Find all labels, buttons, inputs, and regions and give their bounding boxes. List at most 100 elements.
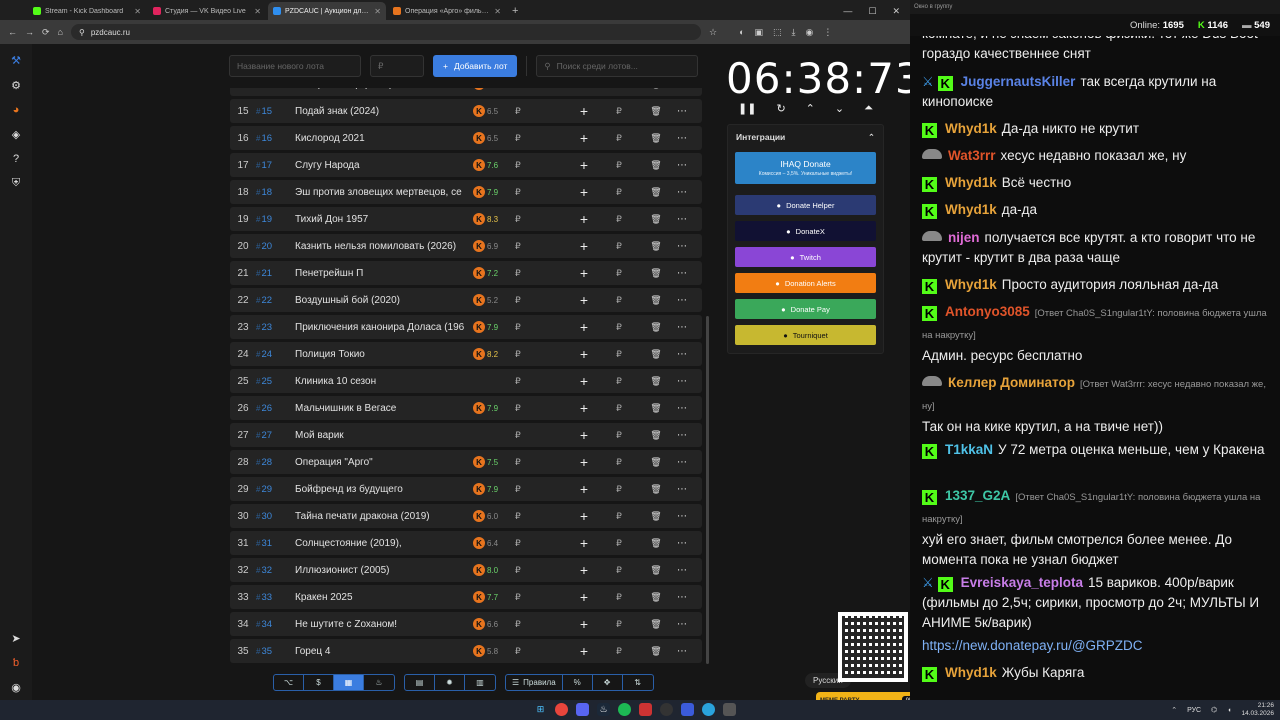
- lot-row[interactable]: 26 #26 Мальчишник в Вегасе K 7.9 ₽ + ₽ 🗑 ⋯: [230, 396, 702, 420]
- double-chevron-up-icon[interactable]: ⏶: [864, 102, 873, 115]
- add-amount-button[interactable]: +: [571, 292, 597, 308]
- save-icon[interactable]: ▤: [405, 675, 435, 690]
- add-amount-button[interactable]: +: [571, 130, 597, 146]
- back-icon[interactable]: ←: [8, 27, 17, 37]
- lot-amount-input[interactable]: ₽: [511, 430, 571, 441]
- integration-button[interactable]: ● Twitch: [735, 247, 876, 267]
- lot-name[interactable]: Кислород 2021: [295, 133, 473, 144]
- delete-lot-icon[interactable]: 🗑: [641, 214, 671, 225]
- more-options-icon[interactable]: ⋯: [671, 430, 693, 441]
- kinopoisk-rating[interactable]: K 6.6: [473, 618, 511, 630]
- lot-name[interactable]: Интерстеллар (2014): [295, 88, 473, 90]
- chat-username[interactable]: Whyd1k: [945, 277, 997, 292]
- lot-amount-input[interactable]: ₽: [511, 619, 571, 630]
- chat-username[interactable]: Antonyo3085: [945, 304, 1030, 319]
- lot-name[interactable]: Тихий Дон 1957: [295, 214, 473, 225]
- lot-amount-input[interactable]: ₽: [511, 268, 571, 279]
- menu-icon[interactable]: ⋮: [823, 27, 832, 38]
- trash-icon[interactable]: ▥: [465, 675, 495, 690]
- steam-icon[interactable]: ♨: [597, 703, 610, 716]
- new-lot-name-input[interactable]: Название нового лота: [229, 55, 361, 77]
- more-options-icon[interactable]: ⋯: [671, 106, 693, 117]
- lot-row[interactable]: 34 #34 Не шутите с Zоханом! K 6.6 ₽ + ₽ 🗑 ⋯: [230, 612, 702, 636]
- more-options-icon[interactable]: ⋯: [671, 295, 693, 306]
- kinopoisk-rating[interactable]: K 8.2: [473, 348, 511, 360]
- delete-lot-icon[interactable]: 🗑: [641, 484, 671, 495]
- more-options-icon[interactable]: ⋯: [671, 592, 693, 603]
- kinopoisk-rating[interactable]: K 7.9: [473, 402, 511, 414]
- more-options-icon[interactable]: ⋯: [671, 565, 693, 576]
- pie-chart-icon[interactable]: ◕: [13, 104, 20, 116]
- lot-row[interactable]: 27 #27 Мой варик ₽ + ₽ 🗑 ⋯: [230, 423, 702, 447]
- lot-row[interactable]: 20 #20 Казнить нельзя помиловать (2026) K 6.…: [230, 234, 702, 258]
- lot-row[interactable]: 17 #17 Слугу Народа K 7.6 ₽ + ₽ 🗑 ⋯: [230, 153, 702, 177]
- lot-name[interactable]: Горец 4: [295, 646, 473, 657]
- lot-amount-input[interactable]: ₽: [511, 322, 571, 333]
- add-amount-button[interactable]: +: [571, 319, 597, 335]
- lot-amount-input[interactable]: ₽: [511, 403, 571, 414]
- extra-amount-input[interactable]: ₽: [597, 619, 641, 630]
- ihaq-donate-button[interactable]: IHAQ Donate Комиссия – 3,5%. Уникальные …: [735, 152, 876, 184]
- lot-name[interactable]: Иллюзионист (2005): [295, 565, 473, 576]
- kinopoisk-rating[interactable]: K 6.9: [473, 240, 511, 252]
- add-amount-button[interactable]: +: [571, 643, 597, 659]
- extra-amount-input[interactable]: ₽: [597, 538, 641, 549]
- close-window-icon[interactable]: ✕: [892, 6, 900, 17]
- kinopoisk-rating[interactable]: K 6.5: [473, 132, 511, 144]
- add-amount-button[interactable]: +: [571, 616, 597, 632]
- keyboard-language[interactable]: РУС: [1187, 707, 1201, 714]
- lot-name[interactable]: Эш против зловещих мертвецов, се: [295, 187, 473, 198]
- lot-row[interactable]: 14#14Интерстеллар (2014)K8.7₽+₽🗑⋯: [230, 88, 702, 96]
- lot-list-scrollbar[interactable]: [706, 316, 709, 664]
- lot-name[interactable]: Мой варик: [295, 430, 473, 441]
- extra-amount-input[interactable]: ₽: [597, 376, 641, 387]
- fire-icon[interactable]: ♨: [364, 675, 394, 690]
- rules-button[interactable]: ☰ Правила: [506, 675, 563, 690]
- lot-row[interactable]: 29 #29 Бойфренд из будущего K 7.9 ₽ + ₽ 🗑 ⋯: [230, 477, 702, 501]
- shield-icon[interactable]: ⛨: [12, 177, 20, 190]
- add-amount-button[interactable]: +: [571, 373, 597, 389]
- chat-username[interactable]: T1kkaN: [945, 442, 993, 457]
- new-tab-button[interactable]: +: [506, 2, 524, 20]
- chat-username[interactable]: nijen: [948, 230, 980, 245]
- github-icon[interactable]: ⌥: [274, 675, 304, 690]
- add-amount-button[interactable]: +: [571, 346, 597, 362]
- close-icon[interactable]: ✕: [494, 7, 501, 16]
- delete-lot-icon[interactable]: 🗑: [641, 88, 671, 90]
- lot-amount-input[interactable]: ₽: [511, 106, 571, 117]
- lot-amount-input[interactable]: ₽: [511, 241, 571, 252]
- delete-lot-icon[interactable]: 🗑: [641, 565, 671, 576]
- lot-row[interactable]: 21 #21 Пенетрейшн П K 7.2 ₽ + ₽ 🗑 ⋯: [230, 261, 702, 285]
- chat-link[interactable]: https://new.donatepay.ru/@GRPZDC: [922, 638, 1143, 653]
- extra-amount-input[interactable]: ₽: [597, 106, 641, 117]
- kinopoisk-rating[interactable]: K 7.7: [473, 591, 511, 603]
- add-amount-button[interactable]: +: [571, 103, 597, 119]
- extra-amount-input[interactable]: ₽: [597, 457, 641, 468]
- kinopoisk-rating[interactable]: K 5.2: [473, 294, 511, 306]
- lot-row[interactable]: 32 #32 Иллюзионист (2005) K 8.0 ₽ + ₽ 🗑 ⋯: [230, 558, 702, 582]
- kinopoisk-rating[interactable]: K 6.4: [473, 537, 511, 549]
- lot-name[interactable]: Тайна печати дракона (2019): [295, 511, 473, 522]
- kinopoisk-rating[interactable]: K 7.9: [473, 321, 511, 333]
- delete-lot-icon[interactable]: 🗑: [641, 349, 671, 360]
- more-options-icon[interactable]: ⋯: [671, 376, 693, 387]
- kinopoisk-rating[interactable]: K 7.6: [473, 159, 511, 171]
- lot-row[interactable]: 16 #16 Кислород 2021 K 6.5 ₽ + ₽ 🗑 ⋯: [230, 126, 702, 150]
- delete-lot-icon[interactable]: 🗑: [641, 133, 671, 144]
- extra-amount-input[interactable]: ₽: [597, 133, 641, 144]
- browser-tab[interactable]: Операция «Арго» фильм, 2012... ✕: [388, 2, 506, 20]
- lot-row[interactable]: 15 #15 Подай знак (2024) K 6.5 ₽ + ₽ 🗑 ⋯: [230, 99, 702, 123]
- extra-amount-input[interactable]: ₽: [597, 160, 641, 171]
- integration-button[interactable]: ● Donation Alerts: [735, 273, 876, 293]
- kinopoisk-rating[interactable]: K 7.9: [473, 186, 511, 198]
- chat-username[interactable]: JuggernautsKiller: [961, 74, 1076, 89]
- network-icon[interactable]: ⌬: [1211, 706, 1217, 714]
- reset-icon[interactable]: ↻: [776, 102, 785, 115]
- kinopoisk-rating[interactable]: K 7.2: [473, 267, 511, 279]
- kinopoisk-rating[interactable]: K 8.0: [473, 564, 511, 576]
- lot-amount-input[interactable]: ₽: [511, 349, 571, 360]
- close-icon[interactable]: ✕: [134, 7, 141, 16]
- delete-lot-icon[interactable]: 🗑: [641, 430, 671, 441]
- lot-row[interactable]: 28 #28 Операция "Арго" K 7.5 ₽ + ₽ 🗑 ⋯: [230, 450, 702, 474]
- download-icon[interactable]: ⤓: [792, 27, 796, 38]
